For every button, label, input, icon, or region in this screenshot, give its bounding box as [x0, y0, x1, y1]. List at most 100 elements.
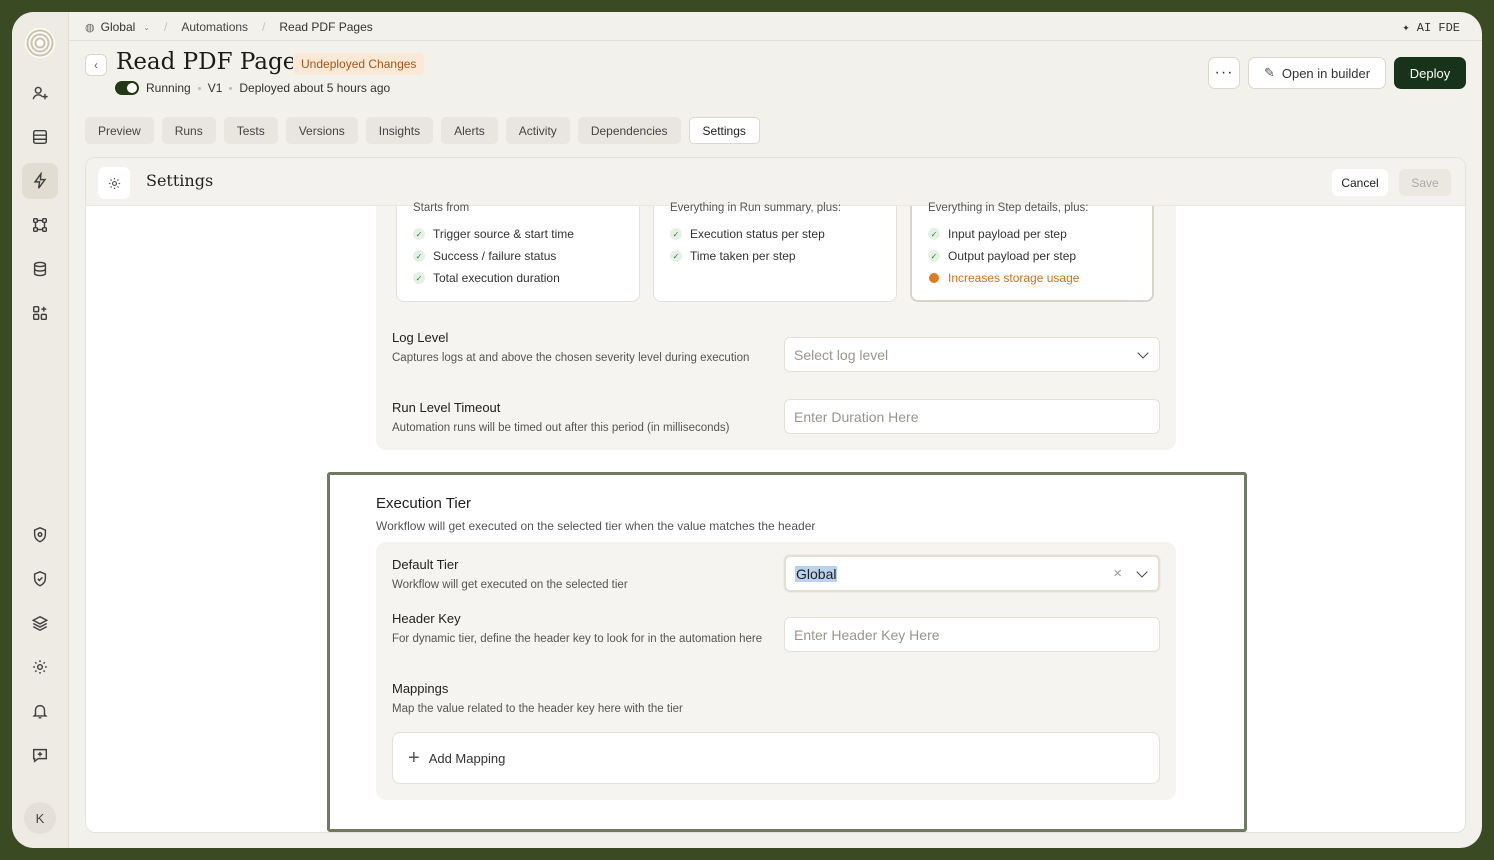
- log-level-desc: Captures logs at and above the chosen se…: [392, 352, 750, 364]
- chevron-left-icon: ‹: [94, 58, 98, 72]
- avatar-initial: K: [35, 810, 45, 826]
- card-header: Everything in Run summary, plus:: [670, 202, 842, 214]
- tab-bar: Preview Runs Tests Versions Insights Ale…: [85, 117, 760, 144]
- list-item: ✓ Trigger source & start time: [413, 223, 623, 245]
- tab-alerts[interactable]: Alerts: [441, 117, 498, 144]
- list-item: ✓ Output payload per step: [928, 245, 1136, 267]
- card-header: Everything in Step details, plus:: [928, 202, 1089, 214]
- settings-gear-icon: [98, 167, 130, 199]
- ellipsis-icon: ···: [1214, 64, 1234, 81]
- tab-dependencies[interactable]: Dependencies: [577, 117, 681, 144]
- log-level-placeholder: Select log level: [794, 346, 889, 363]
- status-row: Running V1 Deployed about 5 hours ago: [115, 81, 390, 95]
- workflow-nodes-icon[interactable]: [22, 207, 58, 243]
- open-in-builder-button[interactable]: ✎ Open in builder: [1248, 57, 1386, 89]
- add-mapping-button[interactable]: + Add Mapping: [392, 732, 1160, 784]
- check-icon: ✓: [670, 250, 682, 262]
- log-level-select[interactable]: Select log level: [784, 337, 1160, 372]
- list-item: ✓ Success / failure status: [413, 245, 623, 267]
- apps-grid-icon[interactable]: [22, 295, 58, 331]
- warning-icon: [929, 273, 939, 283]
- log-option-full-payload[interactable]: Everything in Step details, plus: ✓ Input…: [910, 202, 1154, 302]
- tab-settings[interactable]: Settings: [688, 117, 760, 144]
- list-item: Increases storage usage: [928, 267, 1136, 289]
- undeployed-badge: Undeployed Changes: [293, 53, 425, 75]
- default-tier-label: Default Tier: [392, 557, 459, 572]
- chevron-down-icon: [1137, 347, 1149, 359]
- app-window: K ◍ Global ⌄ / Automations / Read PDF Pa…: [12, 12, 1482, 848]
- check-icon: ✓: [413, 272, 425, 284]
- page-title: Read PDF Pages: [116, 49, 309, 75]
- chevron-down-icon[interactable]: ⌄: [143, 23, 150, 32]
- log-level-label: Log Level: [392, 330, 449, 345]
- open-in-builder-label: Open in builder: [1281, 65, 1371, 81]
- breadcrumb-separator: /: [164, 20, 168, 34]
- mappings-desc: Map the value related to the header key …: [392, 703, 683, 715]
- timeout-desc: Automation runs will be timed out after …: [392, 422, 730, 434]
- default-tier-desc: Workflow will get executed on the select…: [392, 579, 628, 591]
- users-icon[interactable]: [22, 75, 58, 111]
- default-tier-select[interactable]: Global ×: [784, 555, 1160, 592]
- more-options-button[interactable]: ···: [1208, 57, 1240, 89]
- tab-versions[interactable]: Versions: [285, 117, 358, 144]
- clear-icon[interactable]: ×: [1113, 565, 1122, 582]
- timeout-input[interactable]: Enter Duration Here: [784, 399, 1160, 434]
- add-mapping-label: Add Mapping: [428, 750, 506, 766]
- save-button[interactable]: Save: [1399, 169, 1451, 196]
- log-option-run-summary[interactable]: Starts from ✓ Trigger source & start time…: [396, 202, 640, 302]
- check-icon: ✓: [413, 228, 425, 240]
- cancel-button[interactable]: Cancel: [1332, 169, 1388, 196]
- running-toggle[interactable]: [115, 81, 139, 95]
- top-bar: ◍ Global ⌄ / Automations / Read PDF Page…: [69, 12, 1482, 41]
- shield-icon[interactable]: [22, 517, 58, 553]
- tab-tests[interactable]: Tests: [223, 117, 278, 144]
- header-key-input[interactable]: Enter Header Key Here: [784, 617, 1160, 652]
- layers-icon[interactable]: [22, 605, 58, 641]
- main-content: ◍ Global ⌄ / Automations / Read PDF Page…: [69, 12, 1482, 848]
- breadcrumb-current: Read PDF Pages: [279, 20, 373, 34]
- deploy-button[interactable]: Deploy: [1394, 57, 1466, 89]
- settings-gear-icon[interactable]: [22, 649, 58, 685]
- execution-tier-desc: Workflow will get executed on the select…: [376, 519, 816, 533]
- check-icon: ✓: [928, 228, 940, 240]
- tab-runs[interactable]: Runs: [161, 117, 216, 144]
- plus-icon: +: [408, 746, 420, 769]
- timeout-label: Run Level Timeout: [392, 400, 501, 415]
- list-item: ✓ Time taken per step: [670, 245, 880, 267]
- status-text: Running: [146, 81, 191, 95]
- breadcrumb: ◍ Global ⌄ / Automations / Read PDF Page…: [85, 20, 373, 34]
- settings-title: Settings: [146, 171, 214, 190]
- settings-header: Settings Cancel Save: [86, 158, 1465, 206]
- ai-fde-button[interactable]: ✦ AI FDE: [1402, 20, 1460, 35]
- breadcrumb-section[interactable]: Automations: [181, 20, 248, 34]
- separator-dot: [229, 86, 233, 90]
- check-icon: ✓: [413, 250, 425, 262]
- back-button[interactable]: ‹: [85, 54, 107, 76]
- execution-tier-form: Default Tier Workflow will get executed …: [376, 542, 1176, 800]
- sidebar-rail: K: [12, 12, 69, 848]
- version-label: V1: [207, 81, 223, 95]
- check-icon: ✓: [928, 250, 940, 262]
- storage-cylinder-icon[interactable]: [22, 251, 58, 287]
- app-logo[interactable]: [25, 28, 55, 58]
- timeout-placeholder: Enter Duration Here: [794, 408, 919, 425]
- edit-icon: ✎: [1263, 65, 1275, 80]
- shield-check-icon[interactable]: [22, 561, 58, 597]
- log-option-step-details[interactable]: Everything in Run summary, plus: ✓ Execut…: [653, 202, 897, 302]
- header-key-placeholder: Enter Header Key Here: [794, 626, 940, 643]
- user-avatar[interactable]: K: [24, 802, 56, 834]
- list-item: ✓ Total execution duration: [413, 267, 623, 289]
- breadcrumb-workspace[interactable]: Global: [101, 20, 136, 34]
- globe-icon: ◍: [85, 21, 95, 34]
- deployed-time: Deployed about 5 hours ago: [239, 81, 391, 95]
- breadcrumb-separator: /: [262, 20, 266, 34]
- feedback-chat-icon[interactable]: [22, 737, 58, 773]
- bell-icon[interactable]: [22, 693, 58, 729]
- tab-insights[interactable]: Insights: [365, 117, 434, 144]
- tab-preview[interactable]: Preview: [85, 117, 154, 144]
- tab-activity[interactable]: Activity: [505, 117, 570, 144]
- automations-bolt-icon[interactable]: [22, 163, 58, 199]
- database-table-icon[interactable]: [22, 119, 58, 155]
- chevron-down-icon[interactable]: [1136, 566, 1148, 578]
- separator-dot: [197, 86, 201, 90]
